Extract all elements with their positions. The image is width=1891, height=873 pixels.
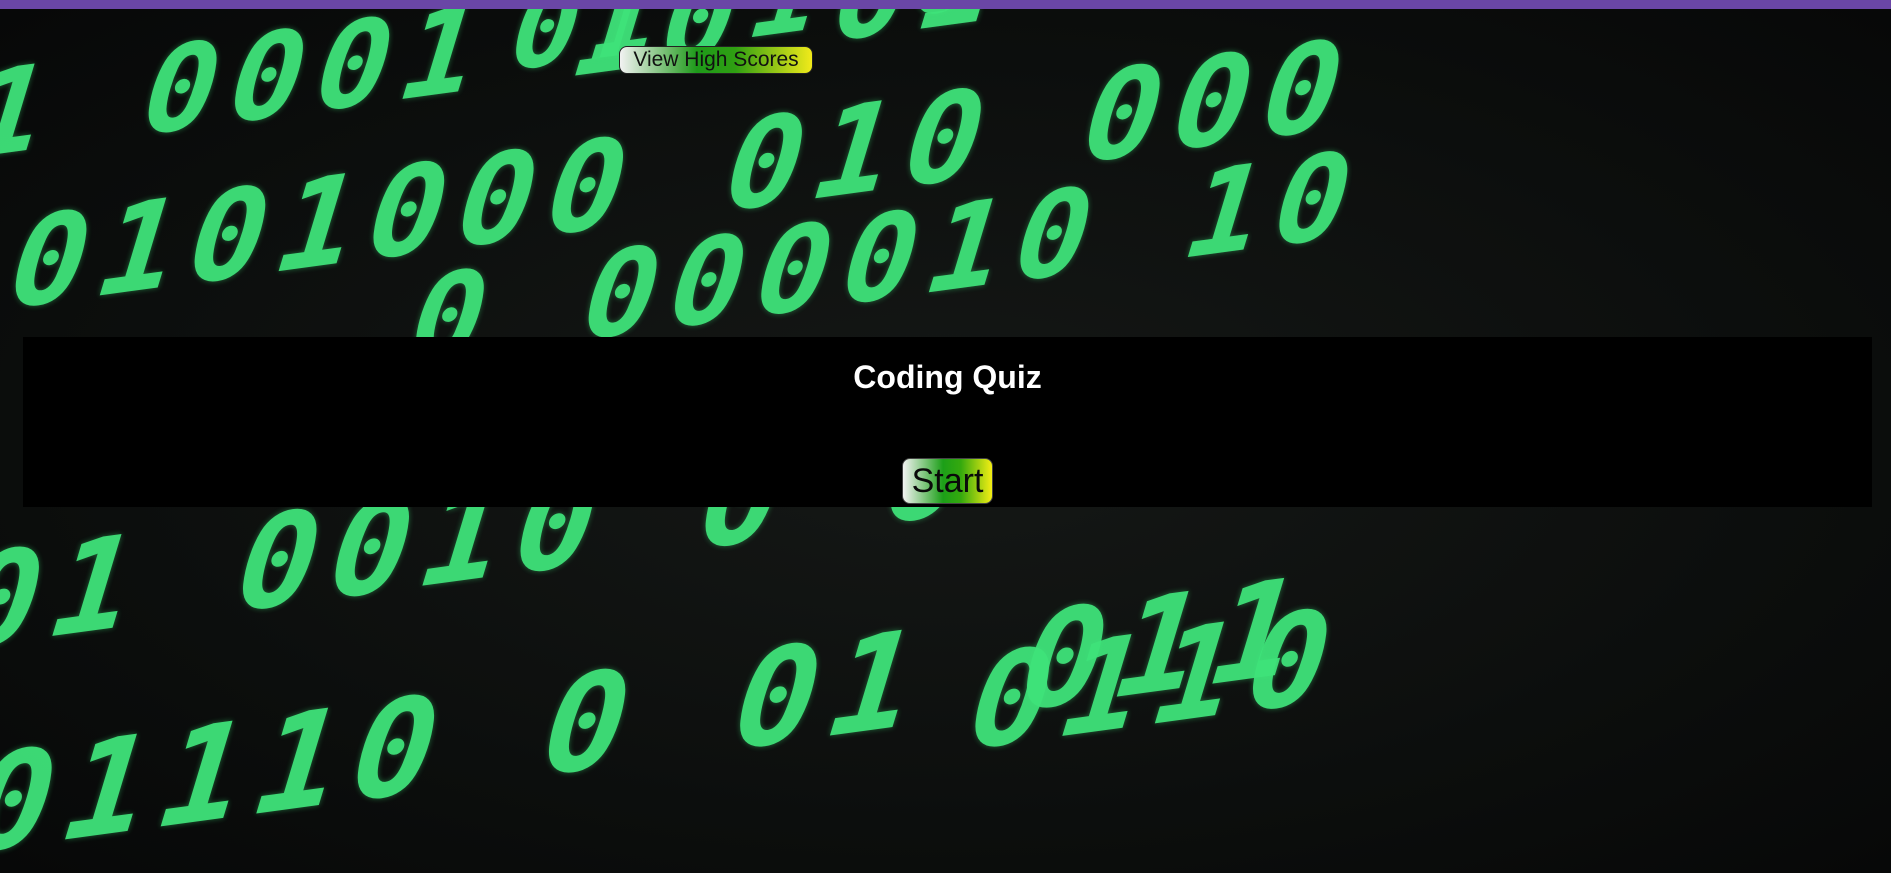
quiz-panel: Coding Quiz Start [23, 337, 1872, 507]
view-high-scores-button[interactable]: View High Scores [619, 46, 813, 74]
quiz-title: Coding Quiz [853, 359, 1042, 395]
window-top-border [0, 0, 1891, 9]
start-button[interactable]: Start [902, 458, 993, 504]
